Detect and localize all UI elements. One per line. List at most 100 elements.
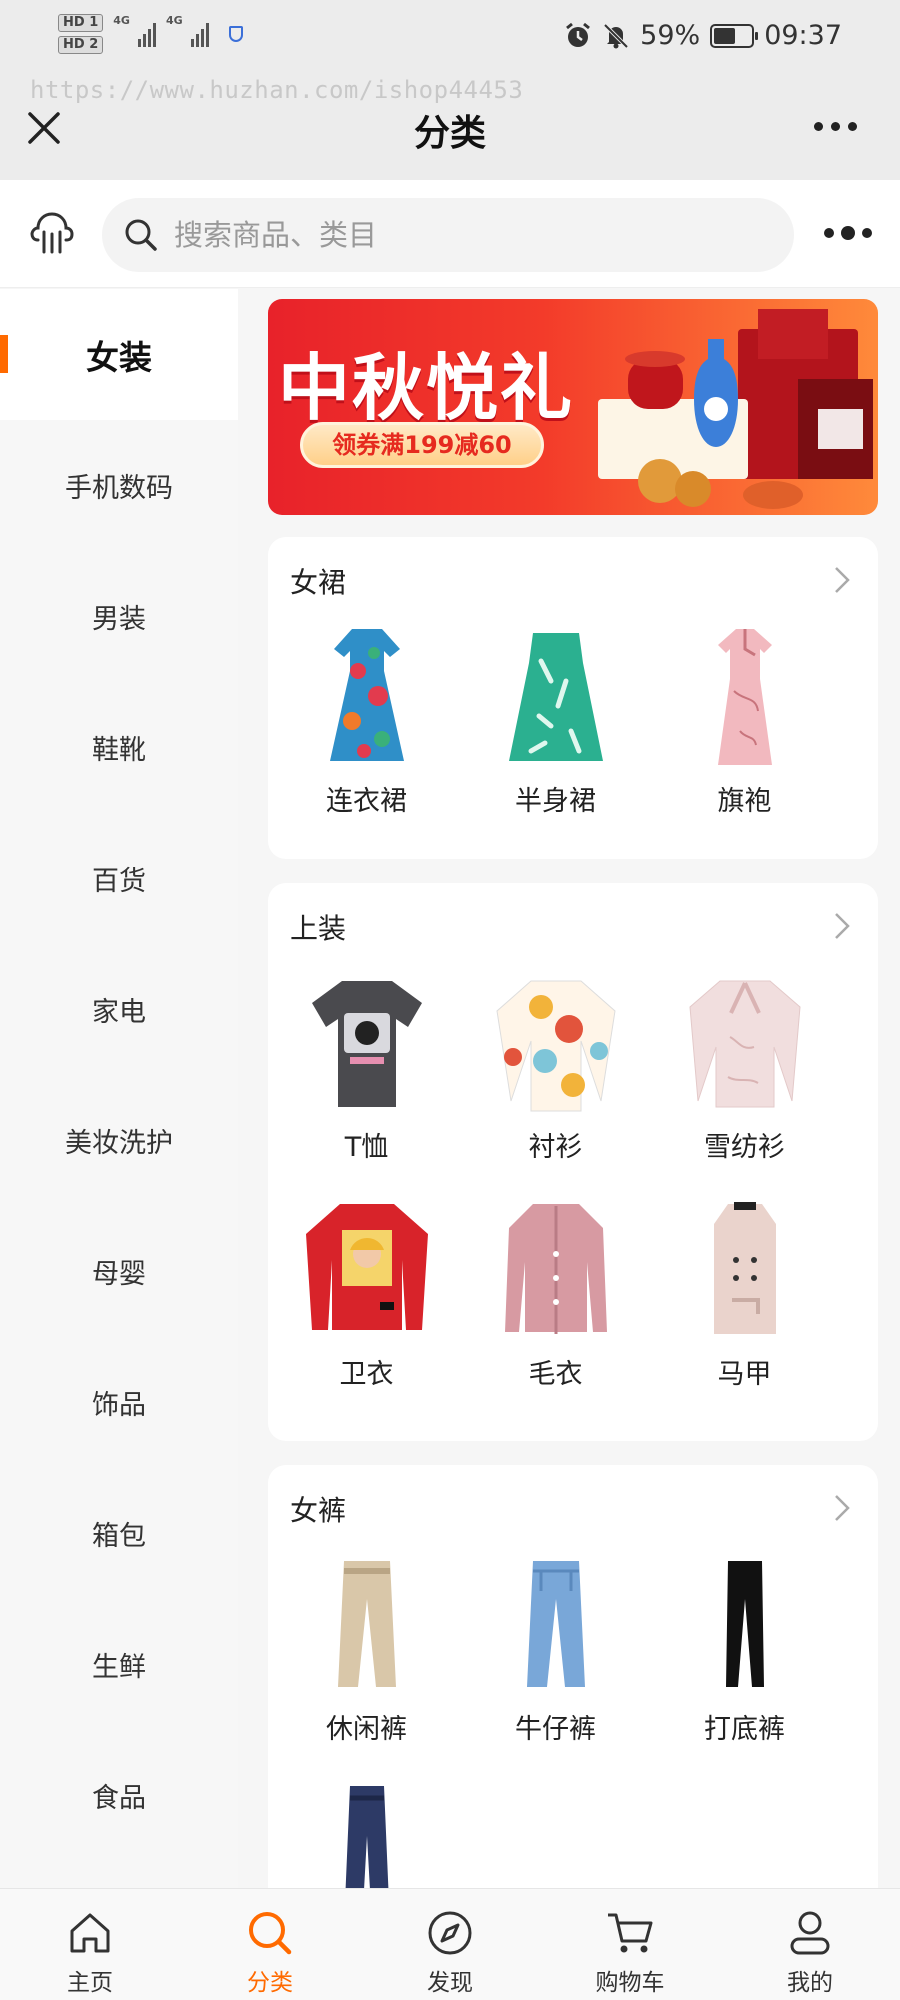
chevron-right-icon[interactable] <box>832 1493 852 1523</box>
section-header[interactable]: 女裙 <box>268 537 878 621</box>
casual-pants-icon <box>337 1561 396 1687</box>
tshirt-icon <box>311 981 422 1107</box>
item-label: 牛仔裤 <box>515 1714 596 1745</box>
search-icon <box>249 1912 292 1955</box>
banner-title: 中秋悦礼 <box>278 346 575 430</box>
sidebar-item-mens[interactable]: 男装 <box>0 551 238 682</box>
product-category-item[interactable]: 毛衣 <box>461 1194 650 1391</box>
customer-service-icon[interactable] <box>28 210 76 258</box>
item-label: 连衣裙 <box>326 786 407 817</box>
chevron-right-icon[interactable] <box>832 911 852 941</box>
item-label: 马甲 <box>717 1359 772 1390</box>
sidebar-item-appliances[interactable]: 家电 <box>0 944 238 1075</box>
signal-icon-2 <box>190 21 209 47</box>
nav-discover[interactable]: 发现 <box>360 1889 540 2000</box>
nav-category[interactable]: 分类 <box>180 1889 360 2000</box>
category-content: 中秋悦礼 领券满199减60 女裙 连衣裙 半身裙 旗袍 上装 T恤 衬衫 雪纺… <box>238 289 900 1889</box>
item-label: T恤 <box>344 1132 389 1163</box>
promo-banner[interactable]: 中秋悦礼 领券满199减60 <box>268 299 878 515</box>
search-row <box>0 180 900 288</box>
banner-coupon: 领券满199减60 <box>300 422 544 468</box>
search-input[interactable] <box>174 218 734 252</box>
clock: 09:37 <box>764 20 842 51</box>
section-pants: 女裤 休闲裤 牛仔裤 打底裤 <box>268 1465 878 1889</box>
status-right: 59% 09:37 <box>564 20 842 51</box>
shirt-icon <box>495 980 616 1112</box>
sidebar-item-baby[interactable]: 母婴 <box>0 1206 238 1337</box>
item-label: 毛衣 <box>528 1359 583 1390</box>
section-header[interactable]: 上装 <box>268 883 878 967</box>
nav-home[interactable]: 主页 <box>0 1889 180 2000</box>
hd2-badge: HD 2 <box>58 36 104 54</box>
signal-icon <box>137 21 156 47</box>
product-category-item[interactable]: 休闲裤 <box>272 1549 461 1746</box>
product-category-item[interactable] <box>272 1776 461 1889</box>
skirt-icon <box>508 633 603 761</box>
section-skirts: 女裙 连衣裙 半身裙 旗袍 <box>268 537 878 859</box>
battery-icon <box>710 23 759 48</box>
network-type: 4G <box>113 14 130 27</box>
section-header[interactable]: 女裤 <box>268 1465 878 1549</box>
sidebar-item-accessories[interactable]: 饰品 <box>0 1337 238 1468</box>
sidebar-item-general[interactable]: 百货 <box>0 813 238 944</box>
alarm-icon <box>566 22 591 47</box>
cart-icon <box>608 1913 653 1953</box>
item-label: 衬衫 <box>528 1132 583 1163</box>
category-sidebar: 女装 手机数码 男装 鞋靴 百货 家电 美妆洗护 母婴 饰品 箱包 生鲜 食品 <box>0 289 238 1889</box>
chiffon-blouse-icon <box>688 980 801 1108</box>
more-menu-button[interactable] <box>814 114 864 138</box>
hd-indicators: HD 1 HD 2 <box>58 14 104 54</box>
nav-label: 分类 <box>247 1970 293 1996</box>
leggings-icon <box>725 1561 764 1687</box>
qipao-icon <box>717 629 772 765</box>
compass-icon <box>428 1911 472 1955</box>
item-label: 打底裤 <box>704 1714 785 1745</box>
more-options-button[interactable] <box>824 226 872 240</box>
search-icon <box>125 219 157 251</box>
product-category-item[interactable]: 半身裙 <box>461 621 650 818</box>
jeans-icon <box>526 1561 585 1687</box>
nav-label: 发现 <box>427 1970 473 1996</box>
home-icon <box>70 1913 110 1953</box>
item-label: 半身裙 <box>515 786 596 817</box>
search-bar[interactable] <box>102 198 794 272</box>
sidebar-item-digital[interactable]: 手机数码 <box>0 420 238 551</box>
nav-profile[interactable]: 我的 <box>720 1889 900 2000</box>
vest-icon <box>713 1202 776 1334</box>
sidebar-item-food[interactable]: 食品 <box>0 1730 238 1861</box>
shield-icon <box>228 26 243 42</box>
status-left: HD 1 HD 2 4G 4G <box>58 14 243 54</box>
item-label: 卫衣 <box>339 1359 394 1390</box>
product-category-item[interactable]: 衬衫 <box>461 967 650 1164</box>
hd1-badge: HD 1 <box>58 14 104 32</box>
status-bar: HD 1 HD 2 4G 4G 59% 09:37 <box>0 0 900 78</box>
sidebar-item-womens[interactable]: 女装 <box>0 289 238 420</box>
item-label: 旗袍 <box>717 786 772 817</box>
sidebar-item-beauty[interactable]: 美妆洗护 <box>0 1075 238 1206</box>
trousers-icon <box>345 1786 388 1889</box>
network-type-2: 4G <box>165 14 183 27</box>
nav-cart[interactable]: 购物车 <box>540 1889 720 2000</box>
item-label: 休闲裤 <box>326 1714 407 1745</box>
product-category-item[interactable]: 马甲 <box>650 1194 839 1391</box>
section-tops: 上装 T恤 衬衫 雪纺衫 卫衣 毛衣 马甲 <box>268 883 878 1441</box>
product-category-item[interactable]: T恤 <box>272 967 461 1164</box>
sidebar-item-shoes[interactable]: 鞋靴 <box>0 682 238 813</box>
watermark: https://www.huzhan.com/ishop44453 <box>30 76 524 104</box>
sidebar-item-fresh[interactable]: 生鲜 <box>0 1599 238 1730</box>
section-title: 女裙 <box>290 566 347 599</box>
product-category-item[interactable]: 卫衣 <box>272 1194 461 1391</box>
nav-label: 我的 <box>787 1970 833 1996</box>
product-category-item[interactable]: 打底裤 <box>650 1549 839 1746</box>
product-category-item[interactable]: 雪纺衫 <box>650 967 839 1164</box>
product-category-item[interactable]: 连衣裙 <box>272 621 461 818</box>
sidebar-item-bags[interactable]: 箱包 <box>0 1468 238 1599</box>
section-title: 上装 <box>290 912 347 945</box>
product-category-item[interactable]: 旗袍 <box>650 621 839 818</box>
product-category-item[interactable]: 牛仔裤 <box>461 1549 650 1746</box>
item-label: 雪纺衫 <box>704 1132 785 1163</box>
section-title: 女裤 <box>290 1494 347 1527</box>
nav-label: 主页 <box>67 1970 113 1996</box>
battery-percent: 59% <box>640 20 701 51</box>
chevron-right-icon[interactable] <box>832 565 852 595</box>
